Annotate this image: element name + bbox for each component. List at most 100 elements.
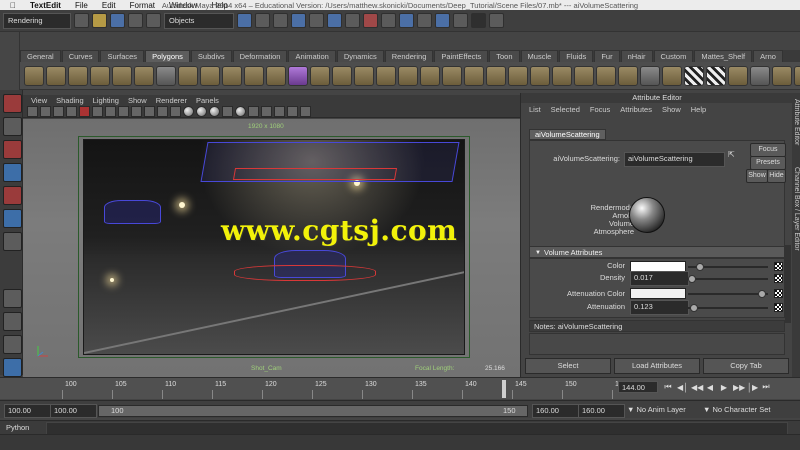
safe-action-icon[interactable] bbox=[131, 105, 142, 117]
camera-attributes-icon[interactable] bbox=[40, 105, 51, 117]
shelf-tab-dynamics[interactable]: Dynamics bbox=[336, 50, 384, 62]
play-forwards-icon[interactable]: ▶ bbox=[719, 383, 729, 392]
hide-button[interactable]: Hide bbox=[767, 169, 786, 183]
menu-edit[interactable]: Edit bbox=[102, 1, 116, 10]
viewport-menu-view[interactable]: View bbox=[31, 96, 47, 105]
focus-button[interactable]: Focus bbox=[750, 143, 786, 157]
isolate-select-icon[interactable] bbox=[222, 105, 233, 117]
attenuation-color-map-button[interactable] bbox=[774, 289, 783, 298]
image-plane-icon[interactable] bbox=[66, 105, 77, 117]
color-map-button[interactable] bbox=[774, 262, 783, 271]
open-scene-icon[interactable] bbox=[92, 13, 107, 28]
density-slider-knob[interactable] bbox=[688, 275, 696, 283]
ae-menu-help[interactable]: Help bbox=[691, 105, 706, 114]
viewport-menu-show[interactable]: Show bbox=[128, 96, 147, 105]
viewport-menu-lighting[interactable]: Lighting bbox=[93, 96, 119, 105]
shelf-tab-general[interactable]: General bbox=[20, 50, 61, 62]
persp-graph-layout-icon[interactable] bbox=[3, 358, 22, 377]
command-language-label[interactable]: Python bbox=[6, 423, 29, 432]
shelf-tab-muscle[interactable]: Muscle bbox=[520, 50, 559, 62]
attribute-editor-toggle-icon[interactable] bbox=[453, 13, 468, 28]
poly-union-icon[interactable] bbox=[354, 65, 374, 86]
poly-extrude-icon[interactable] bbox=[442, 65, 462, 86]
step-forward-key-icon[interactable]: ▶▶ bbox=[733, 383, 745, 392]
film-gate-icon[interactable] bbox=[79, 105, 90, 117]
resolution-gate-icon[interactable] bbox=[92, 105, 103, 117]
color-slider[interactable] bbox=[688, 263, 768, 271]
presets-button[interactable]: Presets bbox=[750, 156, 786, 170]
snap-point-icon[interactable] bbox=[291, 13, 306, 28]
attenuation-input[interactable]: 0.123 bbox=[630, 300, 689, 315]
ae-menu-focus[interactable]: Focus bbox=[590, 105, 610, 114]
app-menu[interactable]: TextEdit bbox=[30, 1, 61, 10]
poly-smooth-icon[interactable] bbox=[332, 65, 352, 86]
select-tool-icon[interactable] bbox=[3, 94, 22, 113]
input-line-icon[interactable] bbox=[417, 13, 432, 28]
single-perspective-layout-icon[interactable] bbox=[3, 289, 22, 308]
bookmark-icon[interactable] bbox=[53, 105, 64, 117]
copy-tab-button[interactable]: Copy Tab bbox=[703, 358, 789, 374]
viewport-menu-panels[interactable]: Panels bbox=[196, 96, 219, 105]
anti-aliasing-icon[interactable] bbox=[300, 105, 311, 117]
shelf-tab-deformation[interactable]: Deformation bbox=[232, 50, 288, 62]
shelf-tab-curves[interactable]: Curves bbox=[61, 50, 100, 62]
ae-menu-selected[interactable]: Selected bbox=[551, 105, 580, 114]
ae-menu-attributes[interactable]: Attributes bbox=[620, 105, 652, 114]
checker-uv-icon[interactable] bbox=[684, 65, 704, 86]
attenuation-color-knob[interactable] bbox=[758, 290, 766, 298]
shader-swatch-sphere[interactable] bbox=[629, 197, 665, 233]
poly-separate-icon[interactable] bbox=[310, 65, 330, 86]
planar-map-icon[interactable] bbox=[728, 65, 748, 86]
step-back-key-icon[interactable]: ◀◀ bbox=[691, 383, 703, 392]
cylindrical-map-icon[interactable] bbox=[772, 65, 792, 86]
shelf-tab-toon[interactable]: Toon bbox=[489, 50, 520, 62]
new-scene-icon[interactable] bbox=[74, 13, 89, 28]
automatic-map-icon[interactable] bbox=[750, 65, 770, 86]
range-slider[interactable]: 100 150 bbox=[98, 405, 528, 417]
uv-editor-icon[interactable] bbox=[706, 65, 726, 86]
density-slider[interactable] bbox=[688, 275, 768, 283]
poly-offset-loop-icon[interactable] bbox=[574, 65, 594, 86]
density-input[interactable]: 0.017 bbox=[630, 271, 689, 286]
lasso-tool-icon[interactable] bbox=[3, 117, 22, 136]
poly-pyramid-icon[interactable] bbox=[178, 65, 198, 86]
shelf-tab-painteffects[interactable]: PaintEffects bbox=[434, 50, 489, 62]
poly-merge-icon[interactable] bbox=[618, 65, 638, 86]
node-name-input[interactable]: aiVolumeScattering bbox=[624, 152, 725, 167]
shelf-tab-arnold[interactable]: Arno bbox=[753, 50, 783, 62]
outliner-layout-icon[interactable] bbox=[3, 335, 22, 354]
shelf-tab-surfaces[interactable]: Surfaces bbox=[100, 50, 145, 62]
poly-cylinder-icon[interactable] bbox=[68, 65, 88, 86]
menu-format[interactable]: Format bbox=[130, 1, 155, 10]
shelf-tab-fur[interactable]: Fur bbox=[594, 50, 620, 62]
attenuation-slider[interactable] bbox=[688, 304, 768, 312]
textured-icon[interactable] bbox=[183, 105, 194, 117]
start-time-field[interactable]: 100.00 bbox=[4, 404, 51, 418]
shelf-tab-animation[interactable]: Animation bbox=[288, 50, 336, 62]
poly-intersection-icon[interactable] bbox=[398, 65, 418, 86]
attribute-scrollbar[interactable] bbox=[785, 245, 791, 323]
xray-joints-icon[interactable] bbox=[248, 105, 259, 117]
attenuation-map-button[interactable] bbox=[774, 303, 783, 312]
select-button[interactable]: Select bbox=[525, 358, 611, 374]
poly-triangulate-icon[interactable] bbox=[640, 65, 660, 86]
density-map-button[interactable] bbox=[774, 274, 783, 283]
play-backwards-icon[interactable]: ◀ bbox=[705, 383, 715, 392]
node-arrow-icon[interactable]: ⇱ bbox=[728, 150, 735, 159]
shelf-tab-nhair[interactable]: nHair bbox=[620, 50, 653, 62]
render-settings-icon[interactable] bbox=[381, 13, 396, 28]
load-attributes-button[interactable]: Load Attributes bbox=[614, 358, 700, 374]
poly-split-icon[interactable] bbox=[530, 65, 550, 86]
side-tab-attribute-editor[interactable]: Attribute Editor bbox=[792, 99, 800, 145]
poly-helix-icon[interactable] bbox=[222, 65, 242, 86]
poly-sphere-icon[interactable] bbox=[24, 65, 44, 86]
poly-fill-hole-icon[interactable] bbox=[508, 65, 528, 86]
wireframe-icon[interactable] bbox=[157, 105, 168, 117]
four-view-layout-icon[interactable] bbox=[3, 312, 22, 331]
poly-bridge-icon[interactable] bbox=[464, 65, 484, 86]
field-chart-icon[interactable] bbox=[118, 105, 129, 117]
grid-toggle-icon[interactable] bbox=[144, 105, 155, 117]
poly-torus-icon[interactable] bbox=[134, 65, 154, 86]
step-forward-icon[interactable]: │▶ bbox=[747, 383, 758, 392]
color-slider-knob[interactable] bbox=[696, 263, 704, 271]
